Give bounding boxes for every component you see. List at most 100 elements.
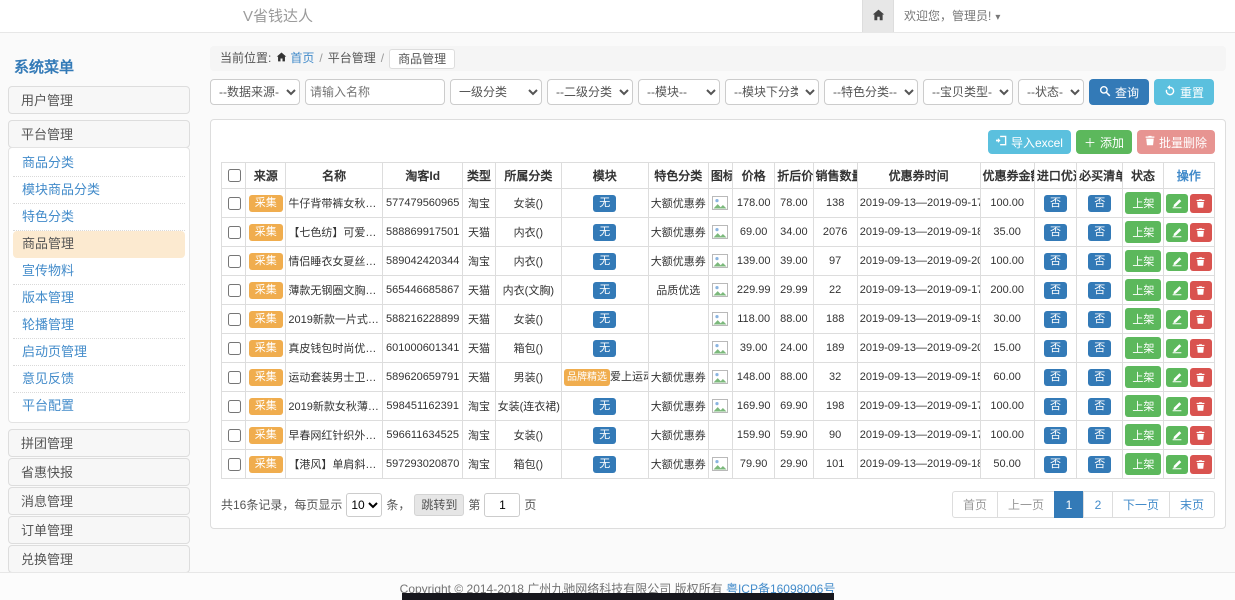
add-button[interactable]: ＋ 添加 (1076, 130, 1132, 154)
import-excel-button[interactable]: 导入excel (988, 130, 1071, 154)
must-buy-toggle[interactable]: 否 (1088, 282, 1111, 299)
status-button[interactable]: 上架 (1125, 453, 1161, 475)
sidebar-subitem[interactable]: 宣传物料 (13, 258, 185, 285)
reset-button[interactable]: 重置 (1154, 79, 1214, 105)
batch-delete-button[interactable]: 批量删除 (1137, 130, 1215, 154)
must-buy-toggle[interactable]: 否 (1088, 224, 1111, 241)
row-checkbox[interactable] (228, 429, 241, 442)
level1-category-select[interactable]: 一级分类 (450, 79, 542, 105)
sidebar-subitem[interactable]: 特色分类 (13, 204, 185, 231)
must-buy-toggle[interactable]: 否 (1088, 340, 1111, 357)
sidebar-subitem[interactable]: 商品管理 (13, 231, 185, 258)
module-badge[interactable]: 无 (593, 340, 616, 357)
row-checkbox[interactable] (228, 284, 241, 297)
must-buy-toggle[interactable]: 否 (1088, 369, 1111, 386)
status-button[interactable]: 上架 (1125, 395, 1161, 417)
jump-button[interactable]: 跳转到 (414, 494, 464, 516)
sidebar-section[interactable]: 用户管理 (8, 86, 190, 114)
sidebar-section[interactable]: 兑换管理 (8, 545, 190, 572)
edit-button[interactable] (1166, 223, 1188, 242)
import-optimal-toggle[interactable]: 否 (1044, 456, 1067, 473)
edit-button[interactable] (1166, 368, 1188, 387)
edit-button[interactable] (1166, 339, 1188, 358)
page-button[interactable]: 首页 (952, 491, 998, 518)
module-badge[interactable]: 无 (593, 427, 616, 444)
row-checkbox[interactable] (228, 342, 241, 355)
import-optimal-toggle[interactable]: 否 (1044, 311, 1067, 328)
module-select[interactable]: --模块-- (638, 79, 720, 105)
delete-button[interactable] (1190, 281, 1212, 300)
per-page-select[interactable]: 10 (346, 493, 382, 517)
must-buy-toggle[interactable]: 否 (1088, 456, 1111, 473)
delete-button[interactable] (1190, 455, 1212, 474)
page-button[interactable]: 1 (1054, 491, 1084, 518)
import-optimal-toggle[interactable]: 否 (1044, 398, 1067, 415)
sidebar-section[interactable]: 平台管理 (8, 120, 190, 148)
module-badge[interactable]: 无 (593, 224, 616, 241)
row-checkbox[interactable] (228, 255, 241, 268)
sidebar-subitem[interactable]: 平台配置 (13, 393, 185, 420)
level2-category-select[interactable]: --二级分类-- (547, 79, 633, 105)
row-checkbox[interactable] (228, 197, 241, 210)
name-search-input[interactable] (305, 79, 445, 105)
import-optimal-toggle[interactable]: 否 (1044, 282, 1067, 299)
module-badge[interactable]: 无 (593, 311, 616, 328)
delete-button[interactable] (1190, 426, 1212, 445)
row-checkbox[interactable] (228, 226, 241, 239)
delete-button[interactable] (1190, 194, 1212, 213)
search-button[interactable]: 查询 (1089, 79, 1149, 105)
edit-button[interactable] (1166, 194, 1188, 213)
delete-button[interactable] (1190, 252, 1212, 271)
feature-category-select[interactable]: --特色分类-- (824, 79, 918, 105)
import-optimal-toggle[interactable]: 否 (1044, 340, 1067, 357)
delete-button[interactable] (1190, 223, 1212, 242)
delete-button[interactable] (1190, 397, 1212, 416)
must-buy-toggle[interactable]: 否 (1088, 253, 1111, 270)
must-buy-toggle[interactable]: 否 (1088, 311, 1111, 328)
sidebar-section[interactable]: 订单管理 (8, 516, 190, 544)
status-button[interactable]: 上架 (1125, 366, 1161, 388)
page-button[interactable]: 上一页 (997, 491, 1055, 518)
module-badge[interactable]: 品牌精选 (564, 369, 610, 386)
import-optimal-toggle[interactable]: 否 (1044, 224, 1067, 241)
user-menu[interactable]: 欢迎您，管理员!▾ (904, 0, 1000, 34)
sidebar-subitem[interactable]: 模块商品分类 (13, 177, 185, 204)
delete-button[interactable] (1190, 310, 1212, 329)
sidebar-subitem[interactable]: 轮播管理 (13, 312, 185, 339)
module-subcategory-select[interactable]: --模块下分类-- (725, 79, 819, 105)
import-optimal-toggle[interactable]: 否 (1044, 253, 1067, 270)
jump-page-input[interactable] (484, 493, 520, 517)
data-source-select[interactable]: --数据来源-- (210, 79, 300, 105)
select-all-checkbox[interactable] (228, 169, 241, 182)
module-badge[interactable]: 无 (593, 253, 616, 270)
row-checkbox[interactable] (228, 400, 241, 413)
edit-button[interactable] (1166, 310, 1188, 329)
must-buy-toggle[interactable]: 否 (1088, 195, 1111, 212)
status-select[interactable]: --状态-- (1018, 79, 1084, 105)
status-button[interactable]: 上架 (1125, 250, 1161, 272)
import-optimal-toggle[interactable]: 否 (1044, 427, 1067, 444)
module-badge[interactable]: 无 (593, 195, 616, 212)
row-checkbox[interactable] (228, 371, 241, 384)
status-button[interactable]: 上架 (1125, 337, 1161, 359)
must-buy-toggle[interactable]: 否 (1088, 427, 1111, 444)
status-button[interactable]: 上架 (1125, 221, 1161, 243)
sidebar-section[interactable]: 拼团管理 (8, 429, 190, 457)
edit-button[interactable] (1166, 252, 1188, 271)
edit-button[interactable] (1166, 397, 1188, 416)
sidebar-section[interactable]: 省惠快报 (8, 458, 190, 486)
page-button[interactable]: 下一页 (1112, 491, 1170, 518)
row-checkbox[interactable] (228, 313, 241, 326)
home-button[interactable] (862, 0, 894, 32)
sidebar-subitem[interactable]: 启动页管理 (13, 339, 185, 366)
sidebar-subitem[interactable]: 商品分类 (13, 150, 185, 177)
import-optimal-toggle[interactable]: 否 (1044, 195, 1067, 212)
status-button[interactable]: 上架 (1125, 192, 1161, 214)
row-checkbox[interactable] (228, 458, 241, 471)
item-type-select[interactable]: --宝贝类型-- (923, 79, 1013, 105)
status-button[interactable]: 上架 (1125, 424, 1161, 446)
status-button[interactable]: 上架 (1125, 279, 1161, 301)
status-button[interactable]: 上架 (1125, 308, 1161, 330)
must-buy-toggle[interactable]: 否 (1088, 398, 1111, 415)
delete-button[interactable] (1190, 368, 1212, 387)
